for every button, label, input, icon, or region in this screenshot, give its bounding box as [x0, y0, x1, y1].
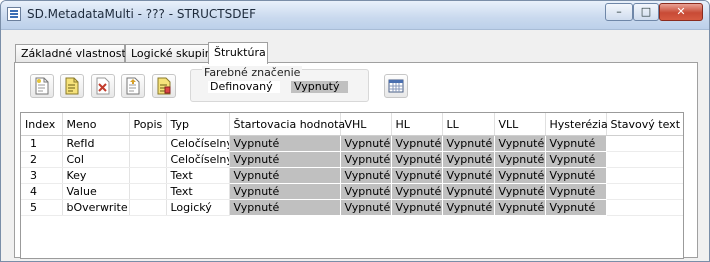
cell-start[interactable]: Vypnuté [229, 167, 341, 184]
cell-typ[interactable]: Celočíselný [166, 151, 230, 168]
cell-hl[interactable]: Vypnuté [391, 151, 443, 168]
cell-index[interactable]: 4 [21, 183, 63, 200]
table-row[interactable]: 5 bOverwrite Logický Vypnuté Vypnuté Vyp… [21, 199, 683, 216]
column-header[interactable]: Hysterézia [545, 113, 608, 136]
table-row[interactable]: 3 Key Text Vypnuté Vypnuté Vypnuté Vypnu… [21, 167, 683, 184]
cell-popis[interactable] [129, 151, 167, 168]
cell-meno[interactable]: Col [62, 151, 130, 168]
cell-ll[interactable]: Vypnuté [442, 135, 495, 152]
cell-vhl[interactable]: Vypnuté [340, 183, 392, 200]
cell-meno[interactable]: Value [62, 183, 130, 200]
cell-ll[interactable]: Vypnuté [442, 167, 495, 184]
column-header[interactable]: VLL [494, 113, 546, 136]
tab-zakladne-vlastnosti[interactable]: Základné vlastnosti [15, 44, 129, 63]
cell-vll[interactable]: Vypnuté [494, 135, 546, 152]
cell-typ[interactable]: Logický [166, 199, 230, 216]
cell-vll[interactable]: Vypnuté [494, 167, 546, 184]
cell-start[interactable]: Vypnuté [229, 151, 341, 168]
legend-defined: Definovaný [208, 81, 280, 93]
tab-struktura[interactable]: Štruktúra [208, 42, 268, 64]
column-header[interactable]: Typ [166, 113, 230, 136]
move-item-button[interactable] [121, 74, 145, 98]
grid-view-button[interactable] [384, 74, 408, 98]
table-row[interactable]: 4 Value Text Vypnuté Vypnuté Vypnuté Vyp… [21, 183, 683, 200]
cell-hl[interactable]: Vypnuté [391, 167, 443, 184]
table-row[interactable]: 2 Col Celočíselný Vypnuté Vypnuté Vypnut… [21, 151, 683, 168]
cell-hysterezia[interactable]: Vypnuté [545, 135, 607, 152]
column-header[interactable]: Štartovacia hodnota [229, 113, 345, 136]
legend-title: Farebné značenie [202, 66, 303, 79]
new-item-button[interactable] [30, 74, 54, 98]
cell-hysterezia[interactable]: Vypnuté [545, 151, 607, 168]
cell-ll[interactable]: Vypnuté [442, 151, 495, 168]
column-header[interactable]: Meno [62, 113, 130, 136]
maximize-button[interactable]: □ [633, 3, 659, 21]
table-header-row: Index Meno Popis Typ Štartovacia hodnota… [21, 113, 683, 136]
edit-item-icon [157, 77, 171, 95]
table-row[interactable]: 1 RefId Celočíselný Vypnuté Vypnuté Vypn… [21, 135, 683, 152]
column-header[interactable]: Stavový text [606, 113, 683, 136]
cell-popis[interactable] [129, 183, 167, 200]
delete-item-icon [96, 77, 110, 95]
legend-off: Vypnutý [291, 81, 348, 93]
new-item-yellow-button[interactable] [60, 74, 84, 98]
minimize-button[interactable]: – [605, 3, 633, 21]
column-header[interactable]: VHL [340, 113, 392, 136]
cell-stavovy-text[interactable] [606, 151, 683, 168]
cell-vll[interactable]: Vypnuté [494, 151, 546, 168]
edit-item-button[interactable] [152, 74, 176, 98]
cell-vhl[interactable]: Vypnuté [340, 135, 392, 152]
cell-vhl[interactable]: Vypnuté [340, 199, 392, 216]
grid-table-icon [388, 79, 404, 93]
cell-meno[interactable]: Key [62, 167, 130, 184]
cell-index[interactable]: 5 [21, 199, 63, 216]
cell-typ[interactable]: Celočíselný [166, 135, 230, 152]
cell-stavovy-text[interactable] [606, 199, 683, 216]
cell-hl[interactable]: Vypnuté [391, 199, 443, 216]
new-item-icon [35, 77, 49, 95]
window-title: SD.MetadataMulti - ??? - STRUCTSDEF [27, 7, 256, 21]
cell-start[interactable]: Vypnuté [229, 135, 341, 152]
cell-vll[interactable]: Vypnuté [494, 183, 546, 200]
structure-table[interactable]: Index Meno Popis Typ Štartovacia hodnota… [20, 112, 684, 259]
cell-index[interactable]: 2 [21, 151, 63, 168]
cell-stavovy-text[interactable] [606, 167, 683, 184]
delete-item-button[interactable] [91, 74, 115, 98]
title-bar: SD.MetadataMulti - ??? - STRUCTSDEF – □ … [1, 1, 709, 30]
cell-popis[interactable] [129, 167, 167, 184]
cell-start[interactable]: Vypnuté [229, 183, 341, 200]
cell-meno[interactable]: bOverwrite [62, 199, 130, 216]
move-item-icon [126, 77, 140, 95]
app-icon [7, 7, 21, 21]
close-button[interactable]: ✕ [659, 3, 703, 21]
cell-ll[interactable]: Vypnuté [442, 183, 495, 200]
column-header[interactable]: Popis [129, 113, 167, 136]
cell-start[interactable]: Vypnuté [229, 199, 341, 216]
cell-typ[interactable]: Text [166, 183, 230, 200]
tab-logicke-skupiny[interactable]: Logické skupiny [125, 44, 218, 63]
cell-hysterezia[interactable]: Vypnuté [545, 167, 607, 184]
cell-popis[interactable] [129, 135, 167, 152]
cell-hysterezia[interactable]: Vypnuté [545, 199, 607, 216]
new-item-yellow-icon [65, 77, 79, 95]
column-header[interactable]: Index [21, 113, 63, 136]
color-legend: Farebné značenie Definovaný Vypnutý [190, 66, 369, 102]
cell-typ[interactable]: Text [166, 167, 230, 184]
cell-stavovy-text[interactable] [606, 183, 683, 200]
cell-stavovy-text[interactable] [606, 135, 683, 152]
cell-popis[interactable] [129, 199, 167, 216]
cell-index[interactable]: 1 [21, 135, 63, 152]
cell-hysterezia[interactable]: Vypnuté [545, 183, 607, 200]
column-header[interactable]: LL [442, 113, 495, 136]
cell-ll[interactable]: Vypnuté [442, 199, 495, 216]
cell-hl[interactable]: Vypnuté [391, 135, 443, 152]
column-header[interactable]: HL [391, 113, 443, 136]
cell-index[interactable]: 3 [21, 167, 63, 184]
cell-vll[interactable]: Vypnuté [494, 199, 546, 216]
cell-hl[interactable]: Vypnuté [391, 183, 443, 200]
cell-meno[interactable]: RefId [62, 135, 130, 152]
cell-vhl[interactable]: Vypnuté [340, 167, 392, 184]
cell-vhl[interactable]: Vypnuté [340, 151, 392, 168]
